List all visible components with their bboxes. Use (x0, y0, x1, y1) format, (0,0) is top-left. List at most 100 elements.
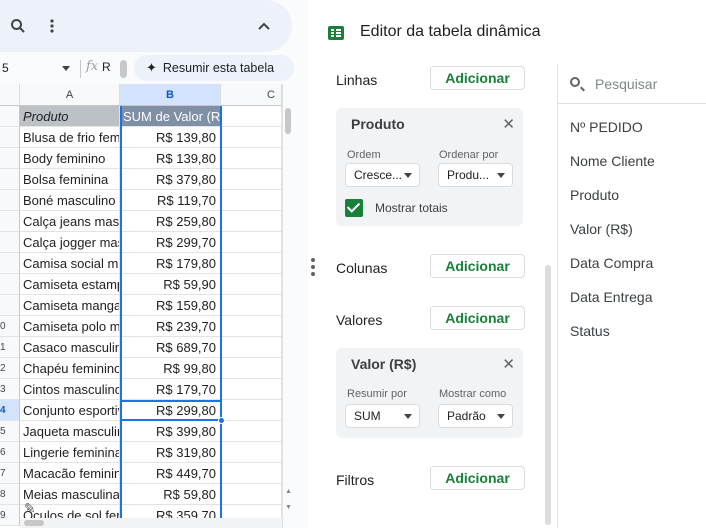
valor-cell[interactable]: R$ 59,80 (120, 484, 221, 505)
empty-cell[interactable] (221, 274, 282, 295)
row-number[interactable]: 7 (0, 463, 20, 484)
row-number[interactable]: 5 (0, 421, 20, 442)
empty-cell[interactable] (221, 358, 282, 379)
empty-cell[interactable] (221, 379, 282, 400)
empty-cell[interactable] (221, 463, 282, 484)
valor-cell[interactable]: R$ 689,70 (120, 337, 221, 358)
empty-cell[interactable] (221, 190, 282, 211)
column-header-a[interactable]: A (20, 84, 120, 106)
empty-cell[interactable] (221, 442, 282, 463)
produto-cell[interactable]: Camiseta polo masculina (20, 316, 120, 337)
produto-cell[interactable]: Body feminino (20, 148, 120, 169)
empty-cell[interactable] (221, 106, 282, 127)
produto-cell[interactable]: Camisa social masculina (20, 253, 120, 274)
produto-cell[interactable]: Macacão feminino (20, 463, 120, 484)
show-as-select[interactable]: Padrão (438, 404, 513, 428)
show-totals-checkbox[interactable] (345, 199, 363, 217)
scroll-up-icon[interactable]: ▲ (285, 488, 292, 495)
column-header-c[interactable]: C (221, 84, 282, 106)
row-number[interactable]: 0 (0, 316, 20, 337)
header-cell-produto[interactable]: Produto (20, 106, 120, 127)
empty-cell[interactable] (221, 127, 282, 148)
add-rows-button[interactable]: Adicionar (430, 66, 525, 90)
add-filters-button[interactable]: Adicionar (430, 466, 525, 490)
valor-cell[interactable]: R$ 399,80 (120, 421, 221, 442)
row-number[interactable]: 1 (0, 337, 20, 358)
empty-cell[interactable] (221, 211, 282, 232)
produto-cell[interactable]: Camiseta estampada (20, 274, 120, 295)
field-item[interactable]: Nome Cliente (570, 153, 655, 169)
summarize-table-button[interactable]: ✦ Resumir esta tabela (134, 55, 294, 81)
horizontal-scrollbar[interactable] (20, 518, 282, 528)
vertical-scrollbar[interactable]: ▲ ▼ (282, 84, 292, 528)
summarize-by-select[interactable]: SUM (345, 404, 420, 428)
row-number[interactable] (0, 127, 20, 148)
row-number[interactable]: 8 (0, 484, 20, 505)
empty-cell[interactable] (221, 169, 282, 190)
field-item[interactable]: Nº PEDIDO (570, 119, 643, 135)
produto-cell[interactable]: Chapéu feminino (20, 358, 120, 379)
valor-cell[interactable]: R$ 299,80 (120, 400, 221, 421)
produto-cell[interactable]: Bolsa feminina (20, 169, 120, 190)
produto-cell[interactable]: Blusa de frio feminina (20, 127, 120, 148)
empty-cell[interactable] (221, 316, 282, 337)
row-number[interactable]: 3 (0, 379, 20, 400)
row-number[interactable] (0, 274, 20, 295)
more-vert-icon[interactable] (40, 14, 64, 38)
empty-cell[interactable] (221, 232, 282, 253)
produto-cell[interactable]: Casaco masculino (20, 337, 120, 358)
scrollbar-thumb[interactable] (285, 108, 291, 134)
row-number[interactable]: 4 (0, 400, 20, 421)
header-cell-sum-valor[interactable]: SUM de Valor (R (120, 106, 221, 127)
add-values-button[interactable]: Adicionar (430, 306, 525, 330)
produto-cell[interactable]: Cintos masculinos (20, 379, 120, 400)
edit-pencil-icon[interactable]: ✎ (24, 500, 36, 517)
scroll-down-icon[interactable]: ▼ (285, 504, 292, 511)
panel-scrollbar[interactable] (545, 265, 551, 525)
valor-cell[interactable]: R$ 139,80 (120, 148, 221, 169)
empty-cell[interactable] (221, 400, 282, 421)
scrollbar-thumb[interactable] (24, 520, 44, 526)
row-number[interactable] (0, 211, 20, 232)
valor-cell[interactable]: R$ 119,70 (120, 190, 221, 211)
name-box[interactable]: 5 (0, 57, 74, 79)
row-number[interactable] (0, 253, 20, 274)
produto-cell[interactable]: Calça jogger masculina (20, 232, 120, 253)
field-search-input[interactable] (595, 74, 703, 94)
valor-cell[interactable]: R$ 379,80 (120, 169, 221, 190)
field-item[interactable]: Data Compra (570, 255, 653, 271)
sheet-grid[interactable]: A B C Produto SUM de Valor (R Blusa de fri… (0, 84, 282, 528)
field-item[interactable]: Data Entrega (570, 289, 653, 305)
valor-cell[interactable]: R$ 159,80 (120, 295, 221, 316)
field-item[interactable]: Status (570, 323, 610, 339)
empty-cell[interactable] (221, 484, 282, 505)
empty-cell[interactable] (221, 148, 282, 169)
chevron-up-icon[interactable] (252, 14, 276, 38)
corner-cell[interactable] (0, 84, 20, 106)
empty-cell[interactable] (221, 253, 282, 274)
produto-cell[interactable]: Conjunto esportivo (20, 400, 120, 421)
valor-cell[interactable]: R$ 449,70 (120, 463, 221, 484)
produto-cell[interactable]: Boné masculino (20, 190, 120, 211)
produto-cell[interactable]: Calça jeans masculina (20, 211, 120, 232)
valor-cell[interactable]: R$ 179,70 (120, 379, 221, 400)
close-icon[interactable]: ✕ (502, 115, 515, 133)
row-number[interactable] (0, 106, 20, 127)
valor-cell[interactable]: R$ 99,80 (120, 358, 221, 379)
valor-cell[interactable]: R$ 239,70 (120, 316, 221, 337)
produto-cell[interactable]: Lingerie feminina (20, 442, 120, 463)
row-number[interactable] (0, 190, 20, 211)
add-columns-button[interactable]: Adicionar (430, 254, 525, 278)
row-number[interactable]: 2 (0, 358, 20, 379)
row-number[interactable] (0, 169, 20, 190)
sort-by-select[interactable]: Produ... (438, 163, 513, 187)
row-number[interactable] (0, 232, 20, 253)
valor-cell[interactable]: R$ 139,80 (120, 127, 221, 148)
row-number[interactable]: 9 (0, 505, 20, 526)
search-icon[interactable] (6, 14, 30, 38)
empty-cell[interactable] (221, 337, 282, 358)
valor-cell[interactable]: R$ 299,70 (120, 232, 221, 253)
fill-handle[interactable] (218, 417, 225, 424)
field-item[interactable]: Produto (570, 187, 619, 203)
valor-cell[interactable]: R$ 319,80 (120, 442, 221, 463)
